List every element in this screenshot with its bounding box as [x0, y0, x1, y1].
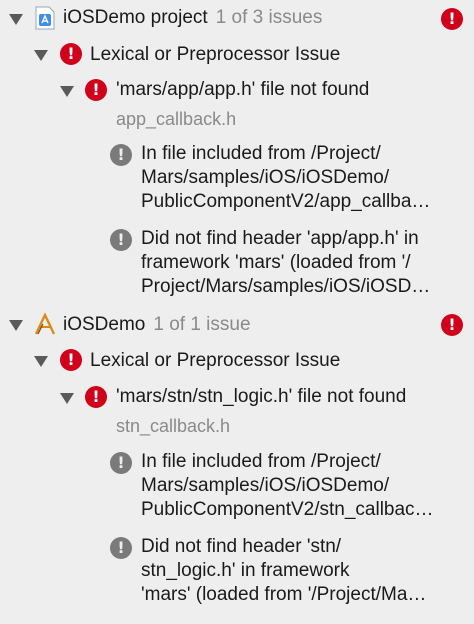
issue-category-label: Lexical or Preprocessor Issue	[90, 44, 341, 65]
disclosure-triangle-icon[interactable]	[34, 356, 48, 367]
file-name: stn_callback.h	[116, 416, 231, 436]
error-badge-icon: !	[441, 8, 463, 30]
note-text: In file included from /Project/ Mars/sam…	[141, 142, 471, 214]
note-text: In file included from /Project/ Mars/sam…	[141, 450, 471, 522]
issue-category-row[interactable]: ! Lexical or Preprocessor Issue	[0, 348, 474, 374]
error-issue-row[interactable]: ! 'mars/stn/stn_logic.h' file not found …	[0, 385, 474, 439]
note-line: In file included from /Project/	[141, 143, 381, 164]
note-line: Did not find header 'stn/	[141, 536, 342, 557]
note-line: Did not find header 'app/app.h' in	[141, 228, 419, 249]
issue-count: 1 of 3 issues	[215, 7, 323, 28]
note-line: 'mars' (loaded from '/Project/Ma…	[141, 584, 427, 605]
note-icon: !	[110, 144, 132, 166]
disclosure-triangle-icon[interactable]	[60, 86, 74, 97]
note-line: PublicComponentV2/app_callba…	[141, 191, 431, 212]
project-row[interactable]: iOSDemo 1 of 1 issue !	[0, 312, 474, 338]
error-badge-icon: !	[441, 314, 463, 336]
note-icon: !	[110, 452, 132, 474]
app-project-icon	[35, 6, 55, 30]
error-icon: !	[60, 43, 82, 65]
disclosure-triangle-icon[interactable]	[9, 14, 23, 25]
xcode-target-icon	[34, 312, 56, 335]
disclosure-triangle-icon[interactable]	[60, 393, 74, 404]
file-name: app_callback.h	[116, 109, 237, 129]
note-line: Mars/samples/iOS/iOSDemo/	[141, 475, 390, 496]
note-row[interactable]: ! Did not find header 'app/app.h' in fra…	[0, 227, 474, 303]
note-icon: !	[110, 537, 132, 559]
project-name: iOSDemo project	[63, 7, 208, 28]
project-name: iOSDemo	[63, 314, 146, 335]
error-issue-row[interactable]: ! 'mars/app/app.h' file not found app_ca…	[0, 78, 474, 132]
note-text: Did not find header 'stn/ stn_logic.h' i…	[141, 535, 471, 607]
note-line: framework 'mars' (loaded from '/	[141, 252, 411, 273]
issue-category-row[interactable]: ! Lexical or Preprocessor Issue	[0, 42, 474, 68]
project-title: iOSDemo 1 of 1 issue	[63, 314, 251, 336]
note-row[interactable]: ! In file included from /Project/ Mars/s…	[0, 450, 474, 526]
project-title: iOSDemo project 1 of 3 issues	[63, 7, 322, 29]
note-line: In file included from /Project/	[141, 451, 381, 472]
note-row[interactable]: ! In file included from /Project/ Mars/s…	[0, 142, 474, 218]
note-icon: !	[110, 229, 132, 251]
note-line: Mars/samples/iOS/iOSDemo/	[141, 167, 390, 188]
error-icon: !	[85, 386, 107, 408]
error-icon: !	[85, 79, 107, 101]
project-row[interactable]: iOSDemo project 1 of 3 issues !	[0, 6, 474, 32]
issue-count: 1 of 1 issue	[153, 314, 251, 335]
error-icon: !	[60, 349, 82, 371]
error-message: 'mars/stn/stn_logic.h' file not found	[116, 386, 407, 407]
disclosure-triangle-icon[interactable]	[9, 320, 23, 331]
note-line: stn_logic.h' in framework	[141, 560, 350, 581]
note-text: Did not find header 'app/app.h' in frame…	[141, 227, 471, 299]
issue-category-label: Lexical or Preprocessor Issue	[90, 350, 341, 371]
note-line: Project/Mars/samples/iOS/iOSD…	[141, 276, 431, 297]
note-row[interactable]: ! Did not find header 'stn/ stn_logic.h'…	[0, 535, 474, 611]
disclosure-triangle-icon[interactable]	[34, 50, 48, 61]
error-message: 'mars/app/app.h' file not found	[116, 79, 370, 100]
note-line: PublicComponentV2/stn_callbac…	[141, 499, 434, 520]
